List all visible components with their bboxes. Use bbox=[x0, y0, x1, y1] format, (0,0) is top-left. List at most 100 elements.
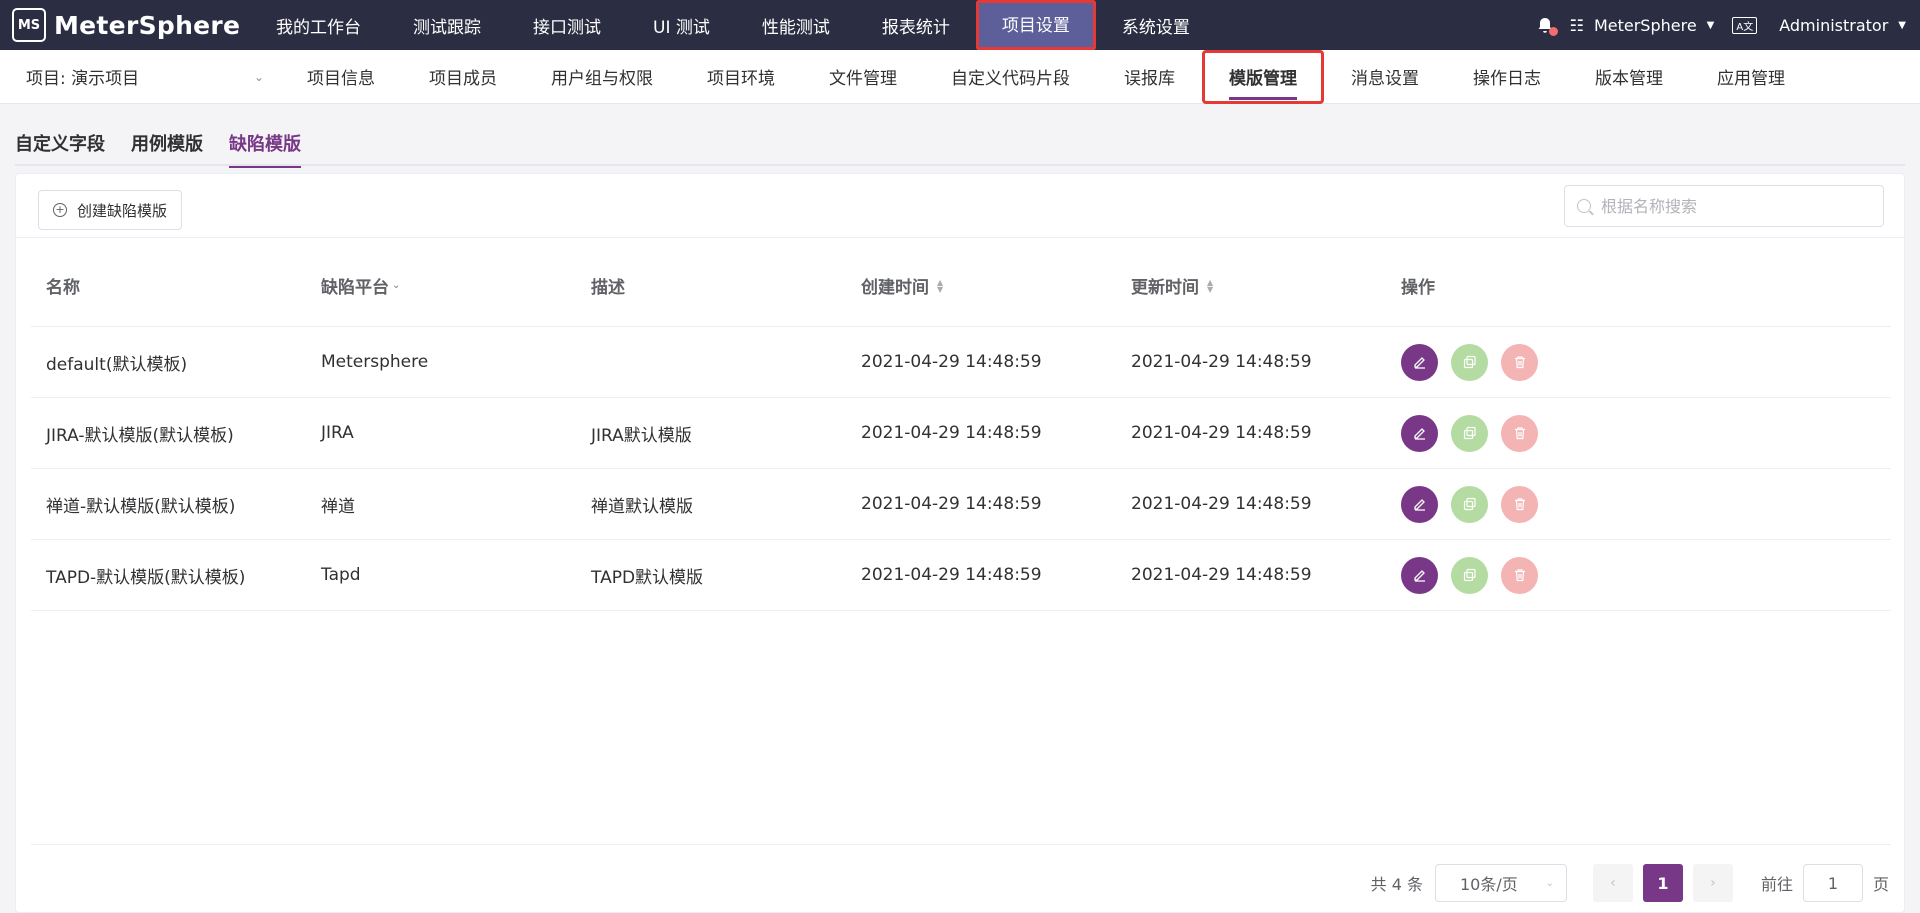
nav-performance-test[interactable]: 性能测试 bbox=[736, 0, 856, 50]
copy-icon bbox=[1463, 568, 1476, 582]
tab-case-templates[interactable]: 用例模版 bbox=[118, 120, 216, 166]
nav-ui-test[interactable]: UI 测试 bbox=[627, 0, 736, 50]
subnav-code-snippets[interactable]: 自定义代码片段 bbox=[924, 50, 1097, 104]
task-list-icon[interactable]: ☷ bbox=[1570, 16, 1584, 35]
table-row: TAPD-默认模版(默认模板) Tapd TAPD默认模版 2021-04-29… bbox=[31, 540, 1891, 611]
prev-page-button[interactable]: ‹ bbox=[1592, 864, 1633, 902]
caret-down-icon: ▼ bbox=[1706, 19, 1715, 31]
notification-dot bbox=[1548, 27, 1558, 36]
chevron-down-icon: ⌄ bbox=[253, 69, 264, 84]
nav-report-stats[interactable]: 报表统计 bbox=[856, 0, 976, 50]
table-row: default(默认模板) Metersphere 2021-04-29 14:… bbox=[31, 327, 1891, 398]
header-created-label: 创建时间 bbox=[861, 278, 929, 298]
copy-button[interactable] bbox=[1451, 485, 1488, 523]
table-header: 名称 缺陷平台 ⌄ 描述 创建时间 ▲ ▼ 更新时间 ▲ ▼ 操作 bbox=[31, 245, 1891, 327]
app-logo[interactable]: MS MeterSphere bbox=[0, 0, 250, 50]
nav-test-track[interactable]: 测试跟踪 bbox=[387, 0, 507, 50]
delete-button[interactable] bbox=[1501, 414, 1538, 452]
cell-name: TAPD-默认模版(默认模板) bbox=[46, 567, 246, 588]
edit-pencil-icon bbox=[1413, 357, 1425, 369]
header-updated-label: 更新时间 bbox=[1131, 278, 1199, 298]
trash-icon bbox=[1514, 569, 1525, 582]
edit-button[interactable] bbox=[1401, 343, 1438, 381]
delete-button[interactable] bbox=[1501, 343, 1538, 381]
goto-label: 前往 bbox=[1760, 875, 1793, 894]
create-defect-template-button[interactable]: + 创建缺陷模版 bbox=[38, 190, 183, 230]
delete-button[interactable] bbox=[1501, 556, 1538, 594]
notification-bell-icon[interactable] bbox=[1534, 14, 1558, 36]
logo-text: MeterSphere bbox=[54, 10, 241, 40]
subnav-project-members[interactable]: 项目成员 bbox=[402, 50, 524, 104]
edit-pencil-icon bbox=[1413, 570, 1425, 582]
subnav-false-positive-lib[interactable]: 误报库 bbox=[1097, 50, 1202, 104]
edit-button[interactable] bbox=[1401, 414, 1438, 452]
edit-button[interactable] bbox=[1401, 556, 1438, 594]
project-select[interactable]: 项目: 演示项目 ⌄ bbox=[0, 50, 280, 104]
page-number-current[interactable]: 1 bbox=[1642, 864, 1683, 902]
subnav-file-management[interactable]: 文件管理 bbox=[802, 50, 924, 104]
sort-icon[interactable]: ▲ ▼ bbox=[937, 278, 943, 293]
header-platform-label: 缺陷平台 bbox=[321, 278, 389, 298]
copy-icon bbox=[1463, 497, 1476, 511]
trash-icon bbox=[1514, 498, 1525, 511]
cell-operations bbox=[1386, 556, 1891, 594]
header-updated-time[interactable]: 更新时间 ▲ ▼ bbox=[1116, 273, 1386, 298]
subnav-message-settings[interactable]: 消息设置 bbox=[1324, 50, 1446, 104]
workspace-name: MeterSphere bbox=[1593, 15, 1697, 35]
cell-name: 禅道-默认模版(默认模板) bbox=[46, 496, 236, 517]
nav-api-test[interactable]: 接口测试 bbox=[507, 0, 627, 50]
copy-icon bbox=[1463, 355, 1476, 369]
header-created-time[interactable]: 创建时间 ▲ ▼ bbox=[846, 273, 1116, 298]
subnav-user-groups[interactable]: 用户组与权限 bbox=[524, 50, 680, 104]
delete-button[interactable] bbox=[1501, 485, 1538, 523]
subnav-project-info[interactable]: 项目信息 bbox=[280, 50, 402, 104]
copy-icon bbox=[1463, 426, 1476, 440]
search-input[interactable] bbox=[1601, 196, 1871, 216]
goto-page: 前往 页 bbox=[1761, 864, 1889, 902]
subnav-operation-log[interactable]: 操作日志 bbox=[1446, 50, 1568, 104]
template-tabs: 自定义字段 用例模版 缺陷模版 bbox=[15, 120, 1905, 168]
nav-project-settings[interactable]: 项目设置 bbox=[975, 0, 1096, 50]
sort-icon[interactable]: ▲ ▼ bbox=[1207, 278, 1213, 293]
header-name-label: 名称 bbox=[46, 278, 80, 298]
page-suffix: 页 bbox=[1872, 875, 1889, 894]
nav-system-settings[interactable]: 系统设置 bbox=[1096, 0, 1216, 50]
next-page-button[interactable]: › bbox=[1692, 864, 1733, 902]
subnav-app-management[interactable]: 应用管理 bbox=[1690, 50, 1812, 104]
trash-icon bbox=[1514, 356, 1525, 369]
header-operations: 操作 bbox=[1386, 273, 1891, 298]
tab-defect-templates[interactable]: 缺陷模版 bbox=[216, 120, 314, 168]
table-row: JIRA-默认模版(默认模板) JIRA JIRA默认模版 2021-04-29… bbox=[31, 398, 1891, 469]
page-size-value: 10条/页 bbox=[1459, 875, 1518, 894]
workspace-switcher[interactable]: MeterSphere ▼ bbox=[1594, 16, 1714, 35]
table-row: 禅道-默认模版(默认模板) 禅道 禅道默认模版 2021-04-29 14:48… bbox=[31, 469, 1891, 540]
page-size-select[interactable]: 10条/页 ⌄ bbox=[1434, 864, 1567, 902]
cell-created-time: 2021-04-29 14:48:59 bbox=[861, 423, 1042, 443]
filter-chevron-icon[interactable]: ⌄ bbox=[392, 280, 400, 291]
chevron-right-icon: › bbox=[1710, 875, 1716, 891]
top-right-tools: ☷ MeterSphere ▼ A文 Administrator ▼ bbox=[1534, 0, 1920, 50]
tab-custom-fields[interactable]: 自定义字段 bbox=[15, 120, 118, 166]
subnav: 项目信息 项目成员 用户组与权限 项目环境 文件管理 自定义代码片段 误报库 模… bbox=[280, 49, 1812, 104]
cell-created-time: 2021-04-29 14:48:59 bbox=[861, 352, 1042, 372]
cell-updated-time: 2021-04-29 14:48:59 bbox=[1131, 494, 1312, 514]
subnav-project-env[interactable]: 项目环境 bbox=[680, 50, 802, 104]
create-button-label: 创建缺陷模版 bbox=[77, 201, 168, 220]
divider bbox=[31, 844, 1891, 845]
user-menu[interactable]: Administrator ▼ bbox=[1779, 16, 1906, 35]
edit-button[interactable] bbox=[1401, 485, 1438, 523]
header-platform[interactable]: 缺陷平台 ⌄ bbox=[306, 273, 576, 298]
cell-updated-time: 2021-04-29 14:48:59 bbox=[1131, 565, 1312, 585]
copy-button[interactable] bbox=[1451, 556, 1488, 594]
subnav-template-management[interactable]: 模版管理 bbox=[1202, 49, 1324, 104]
goto-page-input[interactable] bbox=[1802, 864, 1863, 902]
trash-icon bbox=[1514, 427, 1525, 440]
nav-workbench[interactable]: 我的工作台 bbox=[250, 0, 387, 50]
copy-button[interactable] bbox=[1451, 343, 1488, 381]
copy-button[interactable] bbox=[1451, 414, 1488, 452]
top-navbar: MS MeterSphere 我的工作台 测试跟踪 接口测试 UI 测试 性能测… bbox=[0, 0, 1920, 50]
language-icon[interactable]: A文 bbox=[1732, 16, 1758, 34]
subnav-version-management[interactable]: 版本管理 bbox=[1568, 50, 1690, 104]
total-count: 共 4 条 bbox=[1370, 875, 1423, 894]
cell-name: JIRA-默认模版(默认模板) bbox=[46, 425, 234, 446]
